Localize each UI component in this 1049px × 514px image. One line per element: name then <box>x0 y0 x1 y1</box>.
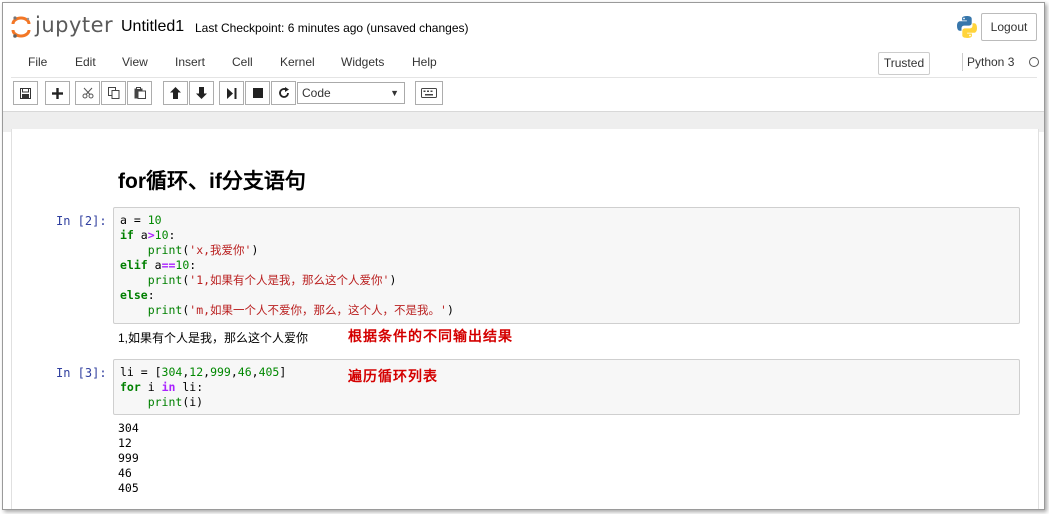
restart-icon <box>278 87 289 98</box>
run-icon <box>226 87 236 99</box>
jupyter-window: jupyter Untitled1 Last Checkpoint: 6 min… <box>2 2 1045 510</box>
notebook-container[interactable]: for循环、if分支语句 In [2]: a = 10 if a>10: pri… <box>11 129 1039 509</box>
output-line: 304 <box>118 421 139 435</box>
python-logo-icon <box>957 16 977 38</box>
code-line: for i in li: <box>120 380 204 394</box>
output-line: 405 <box>118 481 139 495</box>
arrow-down-icon <box>196 87 207 99</box>
menu-view[interactable]: View <box>122 55 148 69</box>
logout-button[interactable]: Logout <box>981 13 1037 41</box>
code-line: a = 10 <box>120 213 162 227</box>
menubar: File Edit View Insert Cell Kernel Widget… <box>11 47 1039 78</box>
stop-icon <box>252 88 263 98</box>
code-cell-input[interactable]: li = [304,12,999,46,405] for i in li: pr… <box>113 359 1020 415</box>
menu-kernel[interactable]: Kernel <box>280 55 315 69</box>
input-prompt: In [3]: <box>56 366 107 380</box>
code-line: print('1,如果有个人是我，那么这个人爱你') <box>147 273 397 287</box>
paste-button[interactable] <box>127 81 152 105</box>
annotation-text: 遍历循环列表 <box>348 369 438 385</box>
copy-button[interactable] <box>101 81 126 105</box>
input-prompt: In [2]: <box>56 214 107 228</box>
save-button[interactable] <box>13 81 38 105</box>
kernel-separator <box>962 53 963 71</box>
menu-cell[interactable]: Cell <box>232 55 253 69</box>
copy-icon <box>107 87 119 99</box>
menu-widgets[interactable]: Widgets <box>341 55 384 69</box>
header: jupyter Untitled1 Last Checkpoint: 6 min… <box>3 3 1044 45</box>
move-up-button[interactable] <box>163 81 188 105</box>
code-line: else: <box>120 288 155 302</box>
notebook-title[interactable]: Untitled1 <box>121 18 184 36</box>
cut-icon <box>82 87 93 99</box>
run-cell-button[interactable] <box>219 81 244 105</box>
annotation-text: 根据条件的不同输出结果 <box>348 329 513 345</box>
jupyter-ring-icon <box>11 16 31 38</box>
interrupt-button[interactable] <box>245 81 270 105</box>
code-line: li = [304,12,999,46,405] <box>120 365 287 379</box>
markdown-heading: for循环、if分支语句 <box>118 170 306 193</box>
restart-button[interactable] <box>271 81 296 105</box>
output-line: 999 <box>118 451 139 465</box>
checkpoint-status: Last Checkpoint: 6 minutes ago (unsaved … <box>195 21 469 35</box>
menu-edit[interactable]: Edit <box>75 55 96 69</box>
logo-text: jupyter <box>35 13 114 37</box>
insert-cell-button[interactable] <box>45 81 70 105</box>
code-cell-input[interactable]: a = 10 if a>10: print('x,我爱你') elif a==1… <box>113 207 1020 324</box>
jupyter-logo[interactable]: jupyter <box>11 13 114 39</box>
plus-icon <box>52 87 63 99</box>
code-line: print(i) <box>147 395 204 409</box>
trusted-badge[interactable]: Trusted <box>878 52 930 75</box>
kernel-idle-indicator-icon <box>1029 57 1039 67</box>
command-palette-button[interactable] <box>415 81 443 105</box>
code-line: if a>10: <box>120 228 176 242</box>
cell-type-select[interactable]: Code ▼ <box>297 82 405 104</box>
code-line: elif a==10: <box>120 258 197 272</box>
cell-type-value: Code <box>302 86 331 100</box>
keyboard-icon <box>421 88 437 98</box>
chevron-down-icon: ▼ <box>390 88 399 98</box>
cut-button[interactable] <box>75 81 100 105</box>
arrow-up-icon <box>170 87 181 99</box>
toolbar: Code ▼ <box>11 81 1037 107</box>
menu-help[interactable]: Help <box>412 55 437 69</box>
save-icon <box>20 87 31 99</box>
menu-insert[interactable]: Insert <box>175 55 205 69</box>
output-line: 12 <box>118 436 132 450</box>
kernel-name: Python 3 <box>967 55 1015 69</box>
paste-icon <box>134 87 146 99</box>
cell-output: 1,如果有个人是我，那么这个人爱你 <box>118 331 309 345</box>
code-line: print('x,我爱你') <box>147 243 259 257</box>
code-line: print('m,如果一个人不爱你，那么，这个人，不是我。') <box>147 303 454 317</box>
menu-file[interactable]: File <box>28 55 47 69</box>
output-line: 46 <box>118 466 132 480</box>
move-down-button[interactable] <box>189 81 214 105</box>
